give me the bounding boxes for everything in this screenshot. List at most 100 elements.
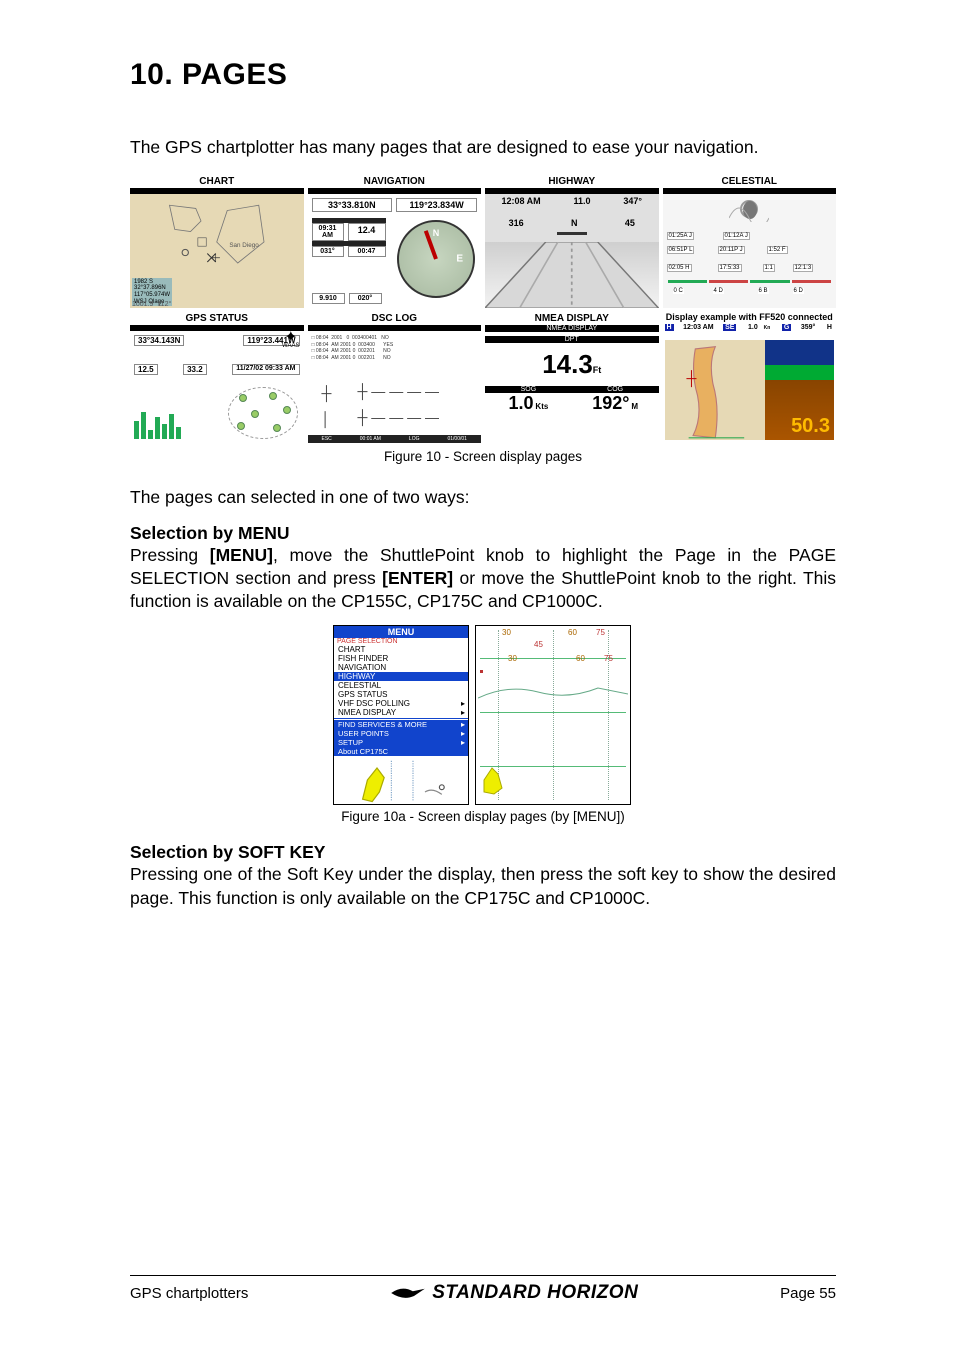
cele-b1: 01:25A J [667,232,694,240]
sonar-panel: 30 60 75 45 30 60 75 [475,625,631,805]
cele-b9: 12:1:3 [793,264,814,272]
figure-10-caption: Figure 10 - Screen display pages [130,449,836,464]
chart-bot-1: 1001.9 [132,301,153,308]
compass-icon [397,220,475,298]
nmea-sogu: Kts [535,402,548,411]
cele-b4: 20:11P J [718,246,745,254]
cell-title-hwy: HIGHWAY [485,175,659,188]
chart-info-3: 117°05.974W [134,292,170,299]
chart-bot-2: 112° [157,301,171,308]
ff-spd: 1.0 [746,324,760,331]
nav-dst: 9.910 [312,293,345,304]
menu-item-chart: CHART [334,645,468,654]
cell-hwy: HIGHWAY 12:08 AM 11.0 347° 316 N 45 [485,175,659,308]
hwy-f: 45 [625,218,635,228]
sonar-n3: 75 [596,628,605,637]
intro-text: The GPS chartplotter has many pages that… [130,136,836,159]
nmea-sog: 1.0 [508,393,533,413]
thumb-nav: 33°33.810N 119°23.834W 09:31 AM 12.4 031… [308,188,482,308]
figure-10-grid: CHART San Diego 1982 S [130,175,836,445]
svg-text:San Diego: San Diego [229,242,259,249]
thumb-ff: H 12:03 AM SE 1.0 Kn G 359° H ┼ 50.3 [663,322,837,442]
chart-info-2: 32°37.896N [134,285,170,292]
cell-title-dsc: DSC LOG [308,312,482,325]
menu-item-fish-finder: FISH FINDER [334,654,468,663]
nav-lon: 119°23.834W [396,198,477,212]
brand-text: STANDARD HORIZON [432,1282,638,1304]
gps-sky [228,387,298,439]
sel-soft-para: Pressing one of the Soft Key under the d… [130,863,836,909]
sel-menu-para: Pressing [MENU], move the ShuttlePoint k… [130,544,836,613]
cele-b8: 1:1 [763,264,775,272]
hwy-c: 347° [623,196,642,206]
page-footer: GPS chartplotters STANDARD HORIZON Page … [130,1275,836,1304]
thumb-chart: San Diego 1982 S 32°37.896N 117°05.974W … [130,188,304,308]
menu-item-navigation: NAVIGATION [334,663,468,672]
nav-time: 09:31 AM [319,225,337,239]
cele-b6: 02:05 H [667,264,692,272]
cell-title-gps: GPS STATUS [130,312,304,325]
brand-logo: STANDARD HORIZON [390,1282,638,1304]
menu-panel: MENU PAGE SELECTION CHARTFISH FINDERNAVI… [333,625,469,805]
menu-foot-3: SETUP [334,738,468,747]
sonar-n5: 30 [508,654,517,663]
menu-foot-1: FIND SERVICES & MORE [334,720,468,729]
sonar-n7: 75 [604,654,613,663]
sonar-n2: 60 [568,628,577,637]
cell-ff: Display example with FF520 connected H 1… [663,312,837,445]
cele-c1: 0 C [673,288,684,294]
nav-brg: 031° [312,246,344,257]
waas-label: WAAS [282,343,299,349]
gps-lat: 33°34.143N [134,335,184,346]
gps-v2: 33.2 [183,364,207,375]
nmea-coglbl: COG [572,386,659,393]
cele-b5: 1:52 F [767,246,788,254]
sel-menu-heading: Selection by MENU [130,523,836,544]
cell-cele: CELESTIAL 01:25A J 01:12A J 06:51P L 20:… [663,175,837,308]
cell-chart: CHART San Diego 1982 S [130,175,304,308]
page-heading: 10. PAGES [130,58,836,92]
hwy-a: 12:08 AM [501,196,540,206]
cell-nmea: NMEA DISPLAY NMEA DISPLAY DPT 14.3Ft SOG… [485,312,659,445]
nmea-soglbl: SOG [485,386,572,393]
nav-cog: 020° [349,293,382,304]
ff-brg: 359° [799,324,817,331]
cele-b7: 17:5:33 [718,264,742,272]
cell-title-ff: Display example with FF520 connected [663,312,837,322]
menu-item-gps-status: GPS STATUS [334,690,468,699]
thumb-gps: 33°34.143N 119°23.441W ✦ WAAS 12.5 33.2 … [130,325,304,445]
figure-10a: MENU PAGE SELECTION CHARTFISH FINDERNAVI… [333,625,633,805]
menu-foot-2: USER POINTS [334,729,468,738]
nav-lat: 33°33.810N [312,198,393,212]
ff-h: H [825,324,834,331]
after-grid-text: The pages can selected in one of two way… [130,486,836,509]
waas-icon: ✦ WAAS [282,333,299,349]
gps-v1: 12.5 [134,364,158,375]
thumb-hwy: 12:08 AM 11.0 347° 316 N 45 [485,188,659,308]
sonar-n1: 30 [502,628,511,637]
nmea-top: NMEA DISPLAY [485,325,659,332]
menu-foot-4: About CP175C [334,747,468,756]
nmea-depthu: Ft [593,365,602,375]
cell-gps: GPS STATUS 33°34.143N 119°23.441W ✦ WAAS… [130,312,304,445]
cele-b3: 06:51P L [667,246,695,254]
menu-item-celestial: CELESTIAL [334,681,468,690]
cele-c4: 6 D [793,288,804,294]
menu-item-highway: HIGHWAY [334,672,468,681]
thumb-cele: 01:25A J 01:12A J 06:51P L 20:11P J 1:52… [663,188,837,308]
thumb-dsc: □ 08:04 2001 0 003400401 NO □ 08:04 AM 2… [308,325,482,445]
gps-dt: 11/27/02 09:33 AM [232,364,299,375]
cell-title-chart: CHART [130,175,304,188]
figure-10a-caption: Figure 10a - Screen display pages (by [M… [130,809,836,824]
nmea-hdr: DPT [485,336,659,343]
footer-right: Page 55 [780,1285,836,1302]
menu-title: MENU [334,626,468,638]
nav-spd: 12.4 [348,223,386,241]
ff-u1: SE [723,324,736,331]
thumb-nmea: NMEA DISPLAY DPT 14.3Ft SOG COG 1.0 Kts … [485,325,659,445]
ff-spdu: Kn [762,325,773,331]
gps-bars [134,409,181,439]
menu-section: PAGE SELECTION [334,638,468,645]
cele-b2: 01:12A J [723,232,750,240]
sel-soft-heading: Selection by SOFT KEY [130,842,836,863]
